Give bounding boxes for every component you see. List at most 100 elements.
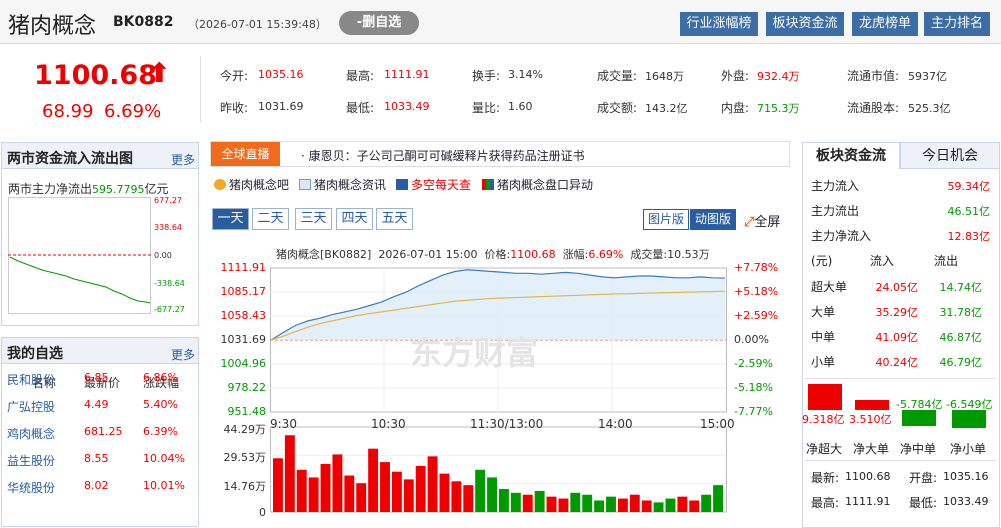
volume-bar	[594, 500, 605, 512]
tab-today-opportunity[interactable]: 今日机会	[900, 142, 1000, 169]
anomaly-link[interactable]: 猪肉概念盘口异动	[482, 176, 593, 193]
quote-value: 5937亿	[908, 70, 947, 83]
quote-label: 最高:	[346, 69, 375, 83]
volume-bar	[558, 498, 569, 512]
volume-bar	[606, 496, 616, 512]
dynamic-chart-button[interactable]: 动图版	[690, 209, 736, 230]
watch-stock-pct: 10.04%	[143, 452, 185, 465]
tab-2day[interactable]: 二天	[252, 208, 289, 230]
quote-label: 成交额:	[597, 101, 638, 115]
volume-bar	[320, 464, 331, 512]
volume-bar	[522, 494, 533, 512]
watch-stock-name[interactable]: 民和股份	[7, 371, 55, 388]
main-rank-button[interactable]: 主力排名	[924, 12, 990, 36]
tab-4day[interactable]: 四天	[336, 208, 373, 230]
fund-detail-out: 46.79亿	[939, 356, 983, 369]
quote-value: 1648万	[645, 70, 684, 83]
watch-stock-pct: 5.40%	[143, 398, 178, 411]
longshort-link[interactable]: 多空每天查	[396, 176, 471, 193]
quote-value: 1.60	[508, 100, 533, 113]
watch-stock-name[interactable]: 鸡肉概念	[7, 425, 55, 442]
tab-3day[interactable]: 三天	[295, 208, 332, 230]
watch-stock-name[interactable]: 广弘控股	[7, 398, 55, 415]
quote-value: 1035.16	[258, 68, 304, 81]
watch-stock-price: 8.02	[84, 479, 109, 492]
quote-label: 最低:	[346, 101, 375, 115]
people-icon	[214, 179, 226, 190]
volume-bar	[510, 492, 521, 512]
vol-tick-label: 29.53万	[223, 451, 267, 465]
net-flow-value: -5.784亿	[896, 398, 943, 411]
quote-label: 流通股本:	[847, 101, 900, 115]
bottom-quote-value: 1033.49	[943, 495, 989, 508]
divider	[200, 56, 201, 122]
quote-value: 1111.91	[384, 68, 430, 81]
fund-detail-out: 14.74亿	[939, 281, 983, 294]
news-headline[interactable]: · 康恩贝：子公司己酮可可碱缓释片获得药品注册证书	[301, 147, 585, 164]
bar-link[interactable]: 猪肉概念吧	[214, 176, 289, 193]
net-flow-value: -6.549亿	[946, 398, 993, 411]
quote-label: 换手:	[472, 69, 501, 83]
live-news-tag[interactable]: 全球直播	[211, 142, 280, 166]
divider	[805, 378, 995, 379]
volume-bar	[439, 473, 450, 512]
quote-label: 成交量:	[597, 69, 638, 83]
quote-value: 143.2亿	[645, 102, 688, 115]
volume-bar	[499, 488, 509, 512]
quote-label: 昨收:	[220, 101, 249, 115]
fund-col-header: 流出	[934, 254, 959, 268]
watch-stock-name[interactable]: 益生股份	[7, 452, 55, 469]
fund-detail-out: 31.78亿	[939, 306, 983, 319]
panel-title: 我的自选	[7, 346, 63, 362]
dragon-tiger-button[interactable]: 龙虎榜单	[852, 12, 918, 36]
market-flow-panel: 两市资金流入流出图 更多 两市主力净流出595.7795亿元 677.27 338…	[1, 142, 199, 326]
fund-row-label: 主力流入	[811, 179, 860, 193]
volume-bar	[273, 458, 283, 512]
volume-bar	[629, 494, 640, 512]
volume-bar	[653, 502, 664, 512]
volume-bar	[677, 496, 688, 512]
tab-1day[interactable]: 一天	[212, 208, 249, 230]
bottom-quote-value: 1111.91	[845, 495, 891, 508]
quote-value: 932.4万	[757, 70, 800, 83]
divider	[805, 460, 995, 461]
y-tick-label: 1111.91	[220, 261, 267, 274]
fund-row-label: 主力流出	[811, 204, 860, 218]
fullscreen-button[interactable]: ⤢全屏	[744, 211, 780, 230]
watch-stock-name[interactable]: 华统股份	[7, 479, 55, 496]
bottom-quote-label: 最新:	[811, 471, 840, 485]
bottom-quote-label: 最高:	[811, 496, 840, 510]
news-link[interactable]: 猪肉概念资讯	[299, 176, 386, 193]
price-change-pct: 6.69%	[104, 101, 162, 122]
volume-bar	[368, 448, 379, 512]
net-flow-value: 3.510亿	[849, 413, 892, 426]
panel-title: 两市资金流入流出图	[7, 151, 133, 167]
industry-rank-button[interactable]: 行业涨幅榜	[680, 12, 758, 36]
remove-watchlist-button[interactable]: -删自选	[339, 11, 419, 35]
pct-tick-label: -7.77%	[734, 405, 773, 418]
quote-value: 3.14%	[508, 68, 543, 81]
y-tick-label: 978.22	[227, 381, 267, 394]
page-title: 猪肉概念	[8, 14, 97, 39]
volume-bar	[451, 481, 462, 512]
fund-detail-label: 小单	[811, 355, 836, 369]
price-change: 68.99	[42, 101, 94, 122]
timestamp: （2026-07-01 15:39:48）	[188, 18, 327, 31]
flow-tick: 677.27	[154, 197, 182, 205]
tab-5day[interactable]: 五天	[376, 208, 413, 230]
pct-tick-label: +7.78%	[734, 261, 779, 274]
fund-row-value: 46.51亿	[947, 205, 991, 218]
quote-value: 1033.49	[384, 100, 430, 113]
expand-icon: ⤢	[744, 215, 755, 230]
tab-sector-fundflow[interactable]: 板块资金流	[802, 142, 900, 169]
y-tick-label: 1031.69	[220, 333, 267, 346]
more-link[interactable]: 更多	[171, 151, 195, 168]
static-chart-button[interactable]: 图片版	[643, 209, 689, 230]
flow-tick: -677.27	[154, 305, 185, 314]
watch-stock-price: 6.85	[84, 371, 109, 384]
flow-label-row: 两市主力净流出595.7795亿元	[8, 182, 169, 196]
more-link[interactable]: 更多	[171, 346, 195, 363]
sector-fundflow-button[interactable]: 板块资金流	[766, 12, 844, 36]
quote-value: 1031.69	[258, 100, 304, 113]
volume-bar	[475, 469, 486, 512]
